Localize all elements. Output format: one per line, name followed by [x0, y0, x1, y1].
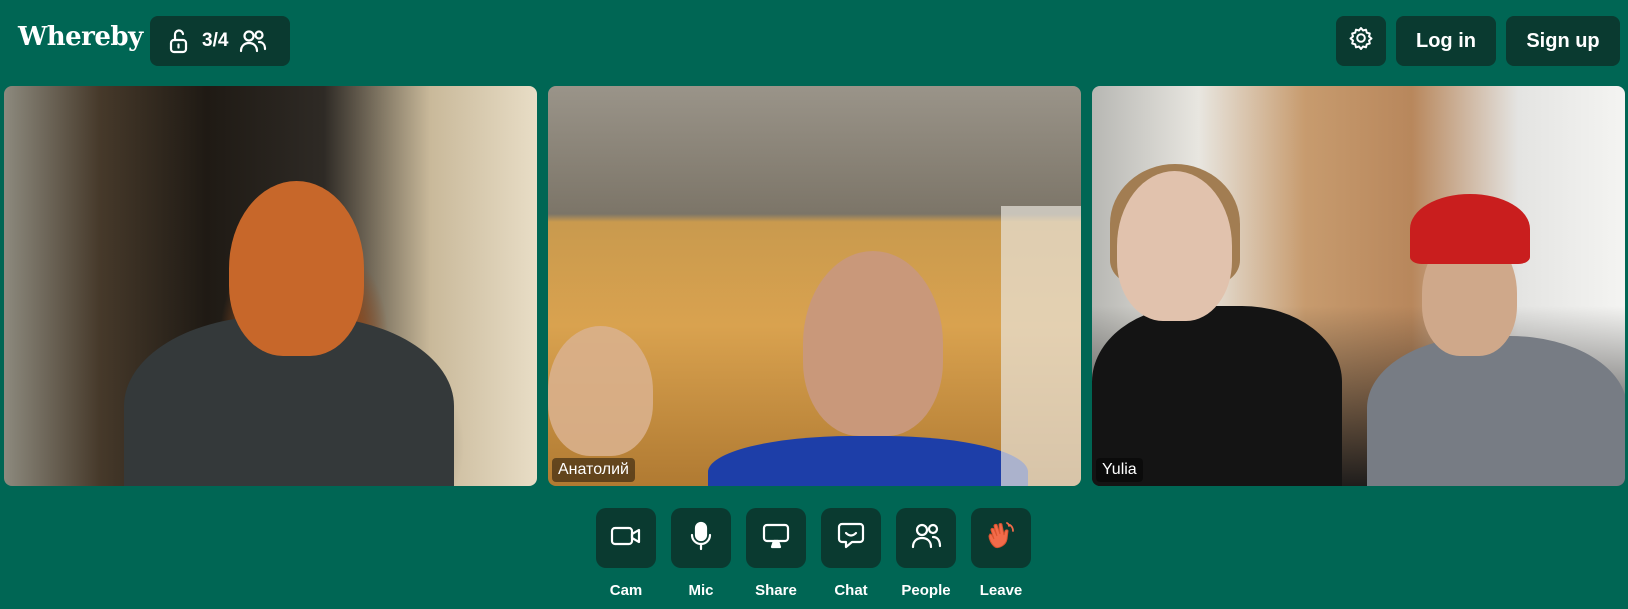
room-occupancy-pill[interactable]: 3/4	[150, 16, 290, 66]
people-icon	[238, 28, 268, 54]
share-label: Share	[755, 582, 797, 599]
camera-icon	[610, 524, 642, 553]
participant-video-figure	[803, 251, 943, 436]
participant-name-tag: Yulia	[1096, 458, 1143, 482]
mic-control: Mic	[671, 508, 731, 599]
screen-share-icon	[761, 522, 791, 555]
call-toolbar: Cam Mic Share Chat People Leave	[596, 508, 1031, 599]
unlock-icon	[166, 28, 192, 54]
waving-hand-icon	[986, 521, 1016, 556]
cam-button[interactable]	[596, 508, 656, 568]
participant-name-tag: Анатолий	[552, 458, 635, 482]
settings-button[interactable]	[1336, 16, 1386, 66]
share-button[interactable]	[746, 508, 806, 568]
participant-video-figure	[1117, 171, 1232, 321]
leave-label: Leave	[979, 582, 1023, 599]
people-control: People	[896, 508, 956, 599]
video-tile-participant-3[interactable]: Yulia	[1092, 86, 1625, 486]
participant-video-figure	[708, 436, 1028, 486]
chat-control: Chat	[821, 508, 881, 599]
video-tile-participant-1[interactable]	[4, 86, 537, 486]
header-actions: Log in Sign up	[1336, 16, 1628, 66]
mic-button[interactable]	[671, 508, 731, 568]
chat-label: Chat	[834, 582, 868, 599]
video-tile-participant-2[interactable]: Анатолий	[548, 86, 1081, 486]
chat-button[interactable]	[821, 508, 881, 568]
signup-button[interactable]: Sign up	[1506, 16, 1620, 66]
chat-icon	[836, 521, 866, 556]
people-button[interactable]	[896, 508, 956, 568]
video-grid: Анатолий Yulia	[4, 86, 1625, 486]
gear-icon	[1348, 25, 1374, 57]
participant-video-figure	[229, 181, 364, 356]
participant-video-figure	[548, 326, 653, 456]
share-control: Share	[746, 508, 806, 599]
login-button[interactable]: Log in	[1396, 16, 1496, 66]
people-label: People	[901, 582, 951, 599]
microphone-icon	[689, 521, 713, 556]
santa-hat	[1410, 194, 1530, 264]
cam-control: Cam	[596, 508, 656, 599]
mic-label: Mic	[688, 582, 714, 599]
whereby-logo[interactable]: Whereby	[18, 22, 143, 52]
room-count: 3/4	[202, 30, 229, 51]
people-icon	[910, 522, 942, 555]
leave-control: Leave	[971, 508, 1031, 599]
participant-video-figure	[1367, 336, 1625, 486]
leave-button[interactable]	[971, 508, 1031, 568]
cam-label: Cam	[609, 582, 643, 599]
